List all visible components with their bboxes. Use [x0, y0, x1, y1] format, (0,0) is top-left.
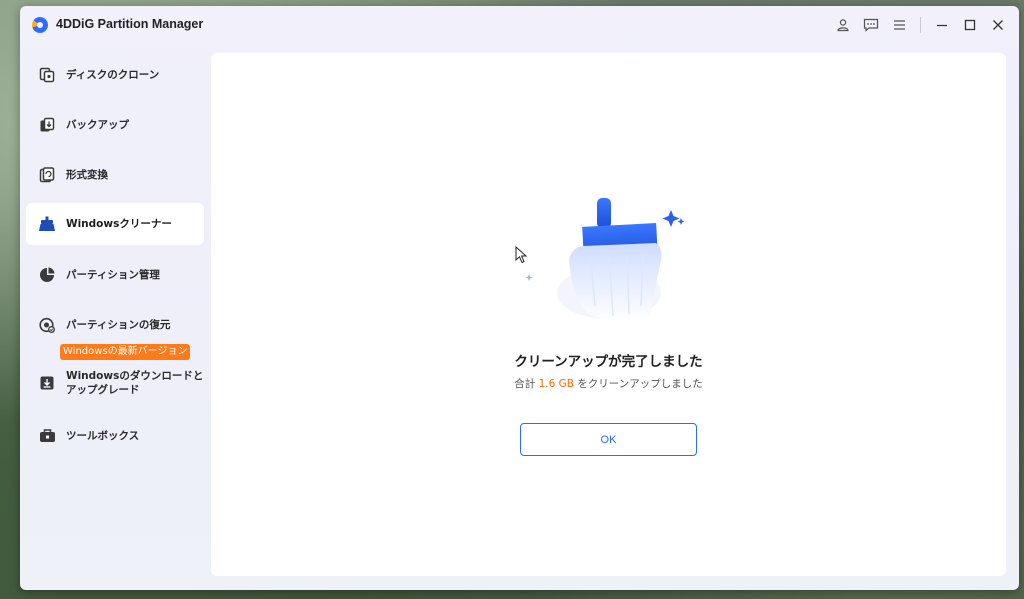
mouse-cursor-icon — [515, 246, 527, 264]
sidebar-item-partition-management[interactable]: パーティション管理 — [26, 254, 204, 296]
sidebar-item-label: Windowsのダウンロードと アップグレード — [66, 369, 203, 397]
sidebar: ディスクのクローン バックアップ 形式変換 Windowsクリーナー パーティシ… — [20, 52, 208, 582]
recovery-icon — [38, 316, 56, 334]
sidebar-item-partition-recovery[interactable]: パーティションの復元 — [26, 304, 204, 346]
summary-suffix: をクリーンアップしました — [573, 378, 703, 390]
toolbox-icon — [38, 427, 56, 445]
content-panel: クリーンアップが完了しました 合計 1.6 GB をクリーンアップしました OK — [211, 53, 1006, 576]
new-version-badge: Windowsの最新バージョン — [60, 344, 191, 360]
broom-illustration — [525, 198, 685, 322]
download-icon — [38, 374, 56, 392]
feedback-icon[interactable] — [858, 14, 884, 36]
sidebar-item-label: Windowsクリーナー — [66, 218, 172, 230]
app-title: 4DDiG Partition Manager — [56, 17, 204, 31]
cleaned-amount: 1.6 GB — [538, 378, 574, 390]
sidebar-item-windows-cleaner[interactable]: Windowsクリーナー — [26, 203, 204, 245]
sidebar-item-label: バックアップ — [66, 119, 129, 131]
sidebar-item-toolbox[interactable]: ツールボックス — [26, 415, 204, 457]
titlebar-divider — [920, 17, 921, 33]
sidebar-item-windows-download[interactable]: Windowsのダウンロードと アップグレード — [26, 362, 204, 404]
clone-icon — [38, 66, 56, 84]
close-icon[interactable] — [985, 14, 1011, 36]
sidebar-item-disk-clone[interactable]: ディスクのクローン — [26, 54, 204, 96]
backup-icon — [38, 116, 56, 134]
sidebar-item-label: 形式変換 — [66, 169, 108, 181]
sidebar-item-label: パーティション管理 — [66, 269, 160, 281]
app-window: 4DDiG Partition Manager ディスクのクローン バックアップ… — [20, 6, 1019, 590]
sidebar-item-label: ツールボックス — [66, 430, 140, 442]
titlebar-controls — [828, 14, 1011, 36]
minimize-icon[interactable] — [929, 14, 955, 36]
convert-icon — [38, 166, 56, 184]
maximize-icon[interactable] — [957, 14, 983, 36]
cleaner-icon — [38, 215, 56, 233]
cleanup-summary: 合計 1.6 GB をクリーンアップしました — [211, 376, 1006, 391]
cleanup-complete-title: クリーンアップが完了しました — [514, 354, 703, 370]
sidebar-item-convert[interactable]: 形式変換 — [26, 154, 204, 196]
title-bar: 4DDiG Partition Manager — [20, 6, 1019, 44]
sidebar-item-label-line2: アップグレード — [66, 384, 140, 396]
pie-chart-icon — [38, 266, 56, 284]
sidebar-item-backup[interactable]: バックアップ — [26, 104, 204, 146]
sidebar-item-label: パーティションの復元 — [66, 319, 171, 331]
summary-prefix: 合計 — [514, 378, 539, 390]
sidebar-item-label: ディスクのクローン — [66, 69, 160, 81]
menu-icon[interactable] — [886, 14, 912, 36]
sidebar-item-label-line1: Windowsのダウンロードと — [66, 370, 204, 382]
account-icon[interactable] — [830, 14, 856, 36]
app-logo-icon — [32, 17, 48, 33]
ok-button[interactable]: OK — [520, 423, 697, 456]
